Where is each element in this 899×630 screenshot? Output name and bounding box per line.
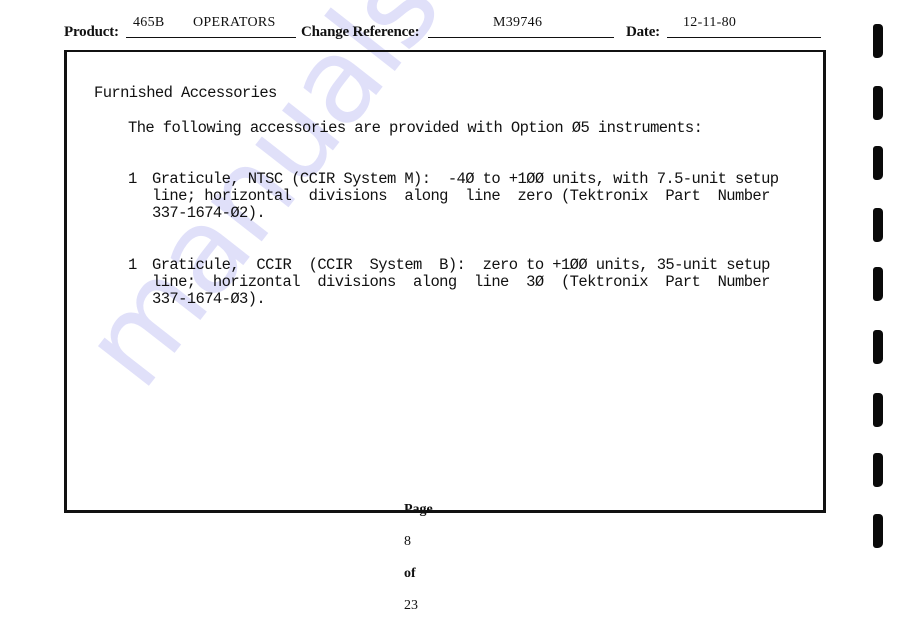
binding-mark — [873, 24, 883, 58]
page-number: 8 — [404, 534, 411, 549]
product-underline — [126, 37, 296, 38]
date-label: Date: — [626, 24, 660, 40]
page-footer: Page 8 of 23 — [390, 486, 433, 630]
intro-paragraph: The following accessories are provided w… — [128, 119, 703, 137]
of-label: of — [404, 566, 416, 581]
binding-mark — [873, 267, 883, 301]
item-quantity: 1 — [128, 256, 137, 274]
accessory-item: 1 Graticule, CCIR (CCIR System B): zero … — [128, 256, 778, 316]
date-underline — [667, 37, 821, 38]
product-label: Product: — [64, 24, 119, 40]
binding-mark — [873, 514, 883, 548]
binding-mark — [873, 86, 883, 120]
product-model-value: 465B — [133, 15, 165, 30]
item-line: line; horizontal divisions along line ze… — [152, 187, 770, 205]
item-quantity: 1 — [128, 170, 137, 188]
accessory-item: 1 Graticule, NTSC (CCIR System M): -4Ø t… — [128, 170, 779, 230]
binding-mark — [873, 330, 883, 364]
section-title: Furnished Accessories — [94, 84, 277, 102]
item-line: Graticule, CCIR (CCIR System B): zero to… — [152, 256, 770, 274]
binding-mark — [873, 453, 883, 487]
item-line: 337-1674-Ø2). — [152, 204, 266, 222]
change-reference-label: Change Reference: — [301, 24, 420, 40]
change-reference-value: M39746 — [493, 15, 543, 30]
product-type-value: OPERATORS — [193, 15, 276, 30]
item-line: 337-1674-Ø3). — [152, 290, 266, 308]
binding-mark — [873, 208, 883, 242]
binding-mark — [873, 393, 883, 427]
total-pages: 23 — [404, 598, 418, 613]
page-label: Page — [404, 502, 433, 517]
change-reference-underline — [428, 37, 614, 38]
date-value: 12-11-80 — [683, 15, 737, 30]
item-line: line; horizontal divisions along line 3Ø… — [152, 273, 770, 291]
item-line: Graticule, NTSC (CCIR System M): -4Ø to … — [152, 170, 779, 188]
binding-mark — [873, 146, 883, 180]
